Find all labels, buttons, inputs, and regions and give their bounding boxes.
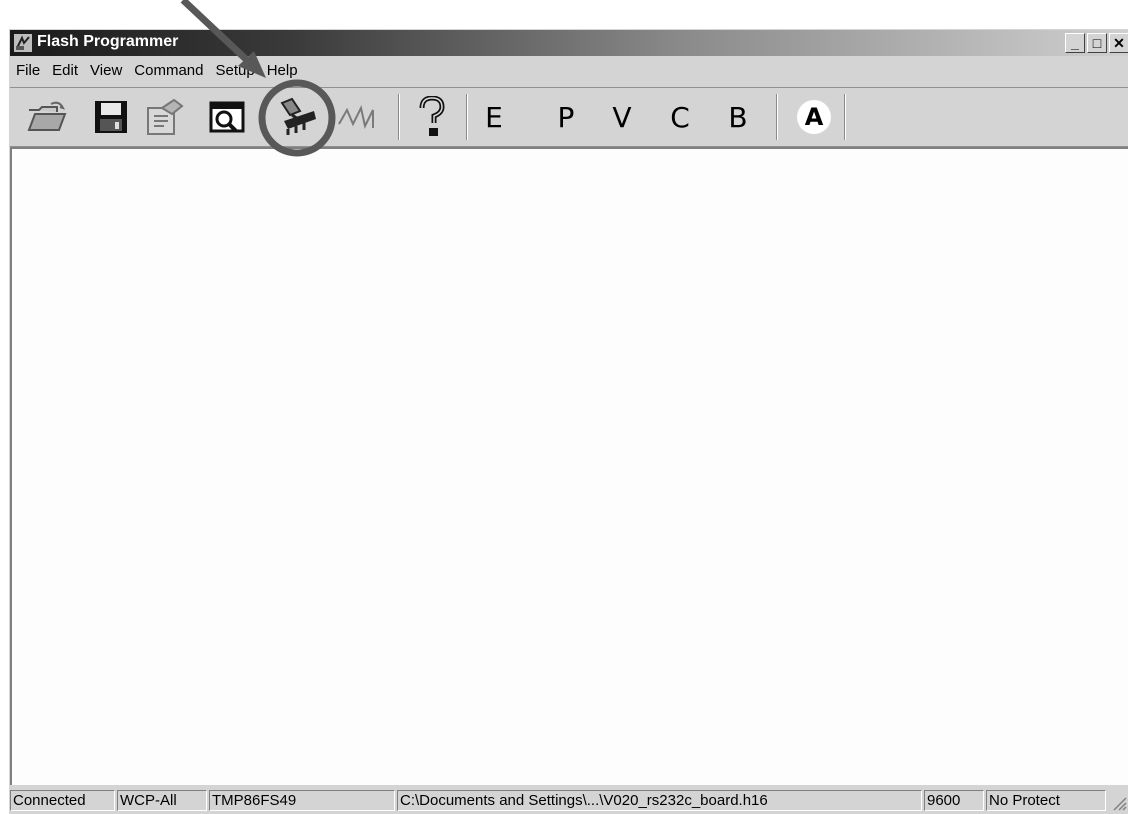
- menu-setup[interactable]: Setup: [209, 60, 260, 84]
- status-mode: WCP-All: [117, 790, 207, 811]
- window-title: Flash Programmer: [37, 33, 179, 50]
- help-button[interactable]: [412, 96, 452, 138]
- c-command-button[interactable]: C: [660, 96, 700, 138]
- status-connection: Connected: [10, 790, 115, 811]
- toolbar-separator: [844, 94, 846, 140]
- status-device: TMP86FS49: [209, 790, 395, 811]
- flash-programmer-window: Flash Programmer _ □ ✕ File Edit View Co…: [8, 28, 1128, 814]
- b-command-button[interactable]: B: [718, 96, 758, 138]
- status-baud-rate: 9600: [924, 790, 984, 811]
- open-file-button[interactable]: [24, 96, 70, 138]
- resize-grip-icon[interactable]: [1109, 793, 1127, 811]
- connect-programmer-icon: [280, 97, 316, 135]
- close-button[interactable]: ✕: [1109, 33, 1128, 53]
- auto-button-label: A: [797, 100, 831, 134]
- program-button[interactable]: P: [546, 96, 586, 138]
- menu-bar: File Edit View Command Setup Help: [10, 60, 1128, 84]
- status-file-path: C:\Documents and Settings\...\V020_rs232…: [397, 790, 922, 811]
- app-icon: [14, 34, 32, 52]
- minimize-button[interactable]: _: [1065, 33, 1085, 53]
- waveform-icon: [338, 105, 374, 129]
- toolbar: E P V C B A: [10, 87, 1128, 147]
- menu-command[interactable]: Command: [128, 60, 209, 84]
- status-protect: No Protect: [986, 790, 1106, 811]
- main-client-area[interactable]: [10, 147, 1128, 785]
- save-disk-icon: [95, 101, 127, 133]
- verify-button[interactable]: V: [602, 96, 642, 138]
- find-window-button[interactable]: [206, 96, 250, 138]
- search-window-icon: [209, 101, 245, 133]
- menu-help[interactable]: Help: [261, 60, 304, 84]
- status-bar: Connected WCP-All TMP86FS49 C:\Documents…: [10, 787, 1128, 813]
- waveform-button[interactable]: [336, 96, 382, 138]
- title-bar[interactable]: Flash Programmer _ □ ✕: [10, 30, 1128, 56]
- menu-edit[interactable]: Edit: [46, 60, 84, 84]
- menu-file[interactable]: File: [10, 60, 46, 84]
- properties-icon: [147, 98, 184, 135]
- menu-view[interactable]: View: [84, 60, 128, 84]
- auto-button[interactable]: A: [794, 96, 834, 138]
- toolbar-separator: [398, 94, 400, 140]
- toolbar-separator: [466, 94, 468, 140]
- open-folder-icon: [27, 101, 67, 131]
- save-button[interactable]: [90, 96, 132, 138]
- erase-button[interactable]: E: [474, 96, 514, 138]
- help-question-icon: [419, 96, 445, 136]
- connect-button[interactable]: [274, 96, 322, 138]
- toolbar-separator: [776, 94, 778, 140]
- properties-button[interactable]: [142, 96, 188, 138]
- maximize-button[interactable]: □: [1087, 33, 1107, 53]
